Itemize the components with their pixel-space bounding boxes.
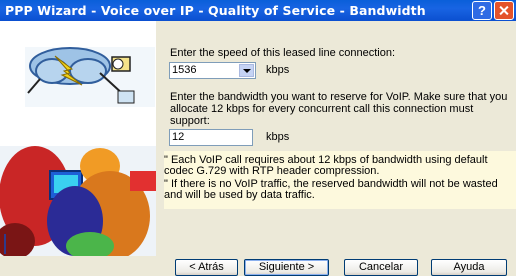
wizard-illustration [0, 21, 156, 256]
speed-select[interactable]: 1536 [169, 62, 256, 79]
cancel-button[interactable]: Cancelar [344, 259, 418, 276]
ppp-wizard-window: PPP Wizard - Voice over IP - Quality of … [0, 0, 516, 276]
voip-bandwidth-input[interactable]: 12 [169, 129, 253, 146]
voip-bandwidth-prompt: Enter the bandwidth you want to reserve … [170, 91, 508, 127]
title-bar[interactable]: PPP Wizard - Voice over IP - Quality of … [0, 0, 516, 21]
help-title-button[interactable]: ? [472, 1, 492, 20]
voip-unit-label: kbps [266, 131, 290, 143]
bottom-divider-mark [4, 234, 6, 254]
people-illustration [0, 146, 156, 256]
window-title: PPP Wizard - Voice over IP - Quality of … [5, 3, 426, 18]
back-button[interactable]: < Atrás [175, 259, 238, 276]
close-button[interactable] [494, 1, 514, 20]
chevron-down-icon[interactable] [239, 64, 254, 77]
content-panel: Enter the speed of this leased line conn… [156, 21, 516, 256]
speed-unit-label: kbps [266, 64, 290, 76]
help-button[interactable]: Ayuda [431, 259, 507, 276]
speed-select-value: 1536 [172, 64, 197, 76]
note-unused-bandwidth: " If there is no VoIP traffic, the reser… [164, 178, 498, 201]
cloud-network-icon [25, 47, 155, 107]
next-button[interactable]: Siguiente > [244, 259, 329, 276]
note-codec: " Each VoIP call requires about 12 kbps … [164, 154, 488, 177]
speed-prompt: Enter the speed of this leased line conn… [170, 47, 396, 59]
